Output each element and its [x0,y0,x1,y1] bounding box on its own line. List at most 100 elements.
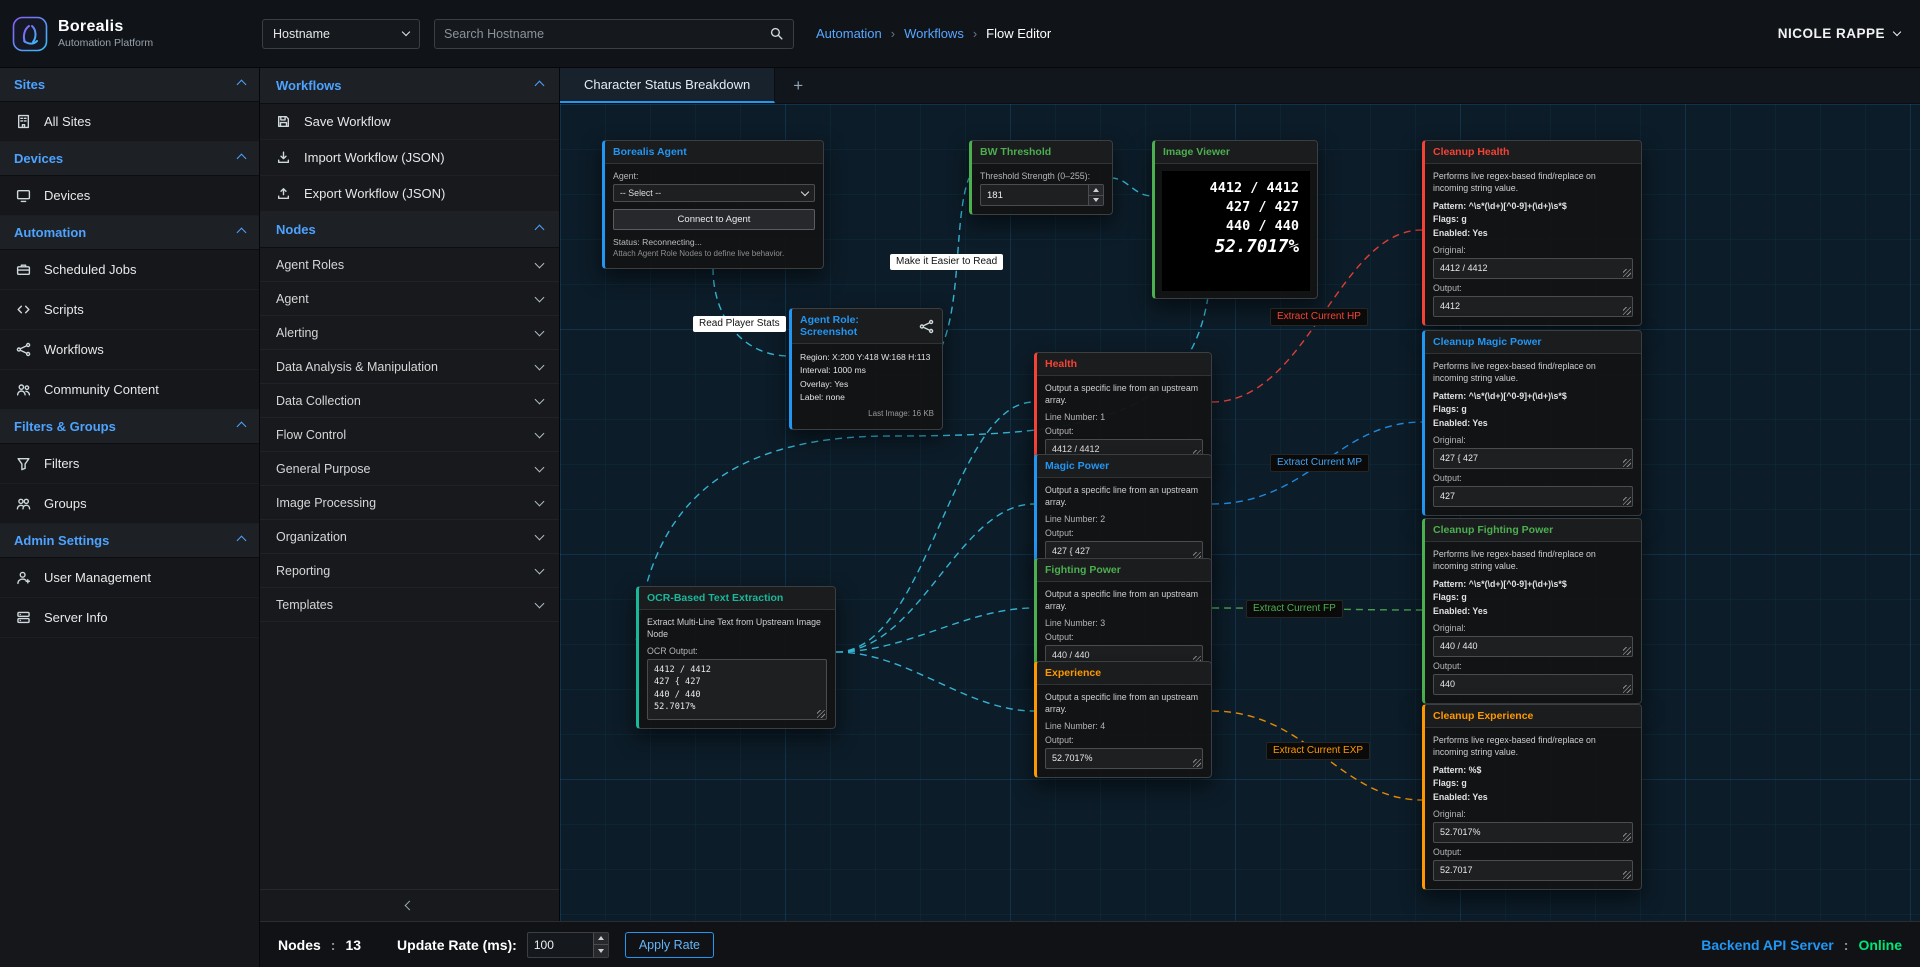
node-cleanup-magic-power[interactable]: Cleanup Magic Power Performs live regex-… [1422,330,1642,516]
node-image-viewer[interactable]: Image Viewer 4412 / 4412 427 / 427 440 /… [1152,140,1318,299]
resize-grip[interactable] [1623,497,1631,505]
node-description: Extract Multi-Line Text from Upstream Im… [647,617,827,641]
spinner-up-button[interactable] [1089,185,1103,195]
category-label: Data Collection [276,394,361,408]
node-borealis-agent[interactable]: Borealis Agent Agent: -- Select -- Conne… [602,140,824,269]
sidebar-item-all-sites[interactable]: All Sites [0,102,259,142]
ocr-output-field[interactable]: 4412 / 4412 427 { 427 440 / 440 52.7017% [647,659,827,720]
sidebar-item-user-management[interactable]: User Management [0,558,259,598]
output-field[interactable]: 52.7017 [1433,860,1633,881]
node-magic-power[interactable]: Magic Power Output a specific line from … [1034,454,1212,571]
share-icon[interactable] [919,319,934,334]
resize-grip[interactable] [1623,269,1631,277]
resize-grip[interactable] [1623,833,1631,841]
resize-grip[interactable] [1623,871,1631,879]
resize-grip[interactable] [817,710,825,718]
node-cleanup-experience[interactable]: Cleanup Experience Performs live regex-b… [1422,704,1642,890]
sidebar-item-filters[interactable]: Filters [0,444,259,484]
node-category-reporting[interactable]: Reporting [260,554,559,588]
node-ocr-text-extraction[interactable]: OCR-Based Text Extraction Extract Multi-… [636,586,836,729]
line-number-label: Line Number: 4 [1045,721,1203,731]
node-category-general-purpose[interactable]: General Purpose [260,452,559,486]
resize-grip[interactable] [1193,759,1201,767]
threshold-input[interactable] [981,185,1088,205]
sidebar-item-groups[interactable]: Groups [0,484,259,524]
palette-section-nodes[interactable]: Nodes [260,212,559,248]
node-title: Agent Role: Screenshot [800,314,913,338]
sidebar-item-devices[interactable]: Devices [0,176,259,216]
chevron-down-icon [402,28,410,36]
palette-section-workflows[interactable]: Workflows [260,68,559,104]
resize-grip[interactable] [1623,307,1631,315]
collapse-palette-button[interactable] [260,889,559,921]
original-field[interactable]: 4412 / 4412 [1433,258,1633,279]
import-workflow-button[interactable]: Import Workflow (JSON) [260,140,559,176]
sidebar-section-devices[interactable]: Devices [0,142,259,176]
output-value: 440 / 440 [1052,650,1090,660]
output-field[interactable]: 440 [1433,674,1633,695]
sidebar-section-sites[interactable]: Sites [0,68,259,102]
export-workflow-button[interactable]: Export Workflow (JSON) [260,176,559,212]
node-category-agent[interactable]: Agent [260,282,559,316]
node-category-data-analysis[interactable]: Data Analysis & Manipulation [260,350,559,384]
agent-select[interactable]: -- Select -- [613,184,815,202]
original-field[interactable]: 440 / 440 [1433,636,1633,657]
original-label: Original: [1433,623,1633,633]
node-description: Output a specific line from an upstream … [1045,383,1203,407]
sidebar-item-workflows[interactable]: Workflows [0,330,259,370]
spinner-down-button[interactable] [594,944,608,957]
tab-character-status-breakdown[interactable]: Character Status Breakdown [560,68,775,103]
output-field[interactable]: 4412 [1433,296,1633,317]
breadcrumb-automation[interactable]: Automation [816,26,882,41]
sidebar-section-automation[interactable]: Automation [0,216,259,250]
resize-grip[interactable] [1623,647,1631,655]
sidebar-section-filters-groups[interactable]: Filters & Groups [0,410,259,444]
output-field[interactable]: 52.7017% [1045,748,1203,769]
save-workflow-button[interactable]: Save Workflow [260,104,559,140]
resize-grip[interactable] [1623,459,1631,467]
edge-label-extract-current-exp: Extract Current EXP [1266,742,1370,760]
sidebar-item-scripts[interactable]: Scripts [0,290,259,330]
add-tab-button[interactable]: + [775,68,821,103]
spinner-up-button[interactable] [594,933,608,945]
chevron-down-icon [535,326,545,336]
node-category-data-collection[interactable]: Data Collection [260,384,559,418]
output-field[interactable]: 427 [1433,486,1633,507]
node-category-organization[interactable]: Organization [260,520,559,554]
node-experience[interactable]: Experience Output a specific line from a… [1034,661,1212,778]
search-hostname-box[interactable] [434,19,794,49]
spinner-down-button[interactable] [1089,195,1103,206]
node-cleanup-fighting-power[interactable]: Cleanup Fighting Power Performs live reg… [1422,518,1642,704]
node-fighting-power[interactable]: Fighting Power Output a specific line fr… [1034,558,1212,675]
regex-pattern: Pattern: %$ [1433,764,1633,778]
connect-to-agent-button[interactable]: Connect to Agent [613,209,815,230]
sidebar-section-admin-settings[interactable]: Admin Settings [0,524,259,558]
node-bw-threshold[interactable]: BW Threshold Threshold Strength (0–255): [969,140,1113,215]
node-agent-role-screenshot[interactable]: Agent Role: Screenshot Region: X:200 Y:4… [789,308,943,430]
flow-canvas[interactable]: Borealis Agent Agent: -- Select -- Conne… [560,104,1920,921]
resize-grip[interactable] [1623,685,1631,693]
node-category-alerting[interactable]: Alerting [260,316,559,350]
node-category-flow-control[interactable]: Flow Control [260,418,559,452]
update-rate-input[interactable] [528,933,593,957]
line-number-label: Line Number: 2 [1045,514,1203,524]
threshold-label: Threshold Strength (0–255): [980,171,1104,181]
node-category-image-processing[interactable]: Image Processing [260,486,559,520]
apply-rate-button[interactable]: Apply Rate [625,932,714,958]
sidebar-item-scheduled-jobs[interactable]: Scheduled Jobs [0,250,259,290]
agent-select-label: Agent: [613,171,815,181]
original-field[interactable]: 427 { 427 [1433,448,1633,469]
node-category-agent-roles[interactable]: Agent Roles [260,248,559,282]
user-menu[interactable]: NICOLE RAPPE [1778,26,1900,41]
node-health[interactable]: Health Output a specific line from an up… [1034,352,1212,469]
sidebar-item-community-content[interactable]: Community Content [0,370,259,410]
regex-pattern: Pattern: ^\s*(\d+)[^0-9]+(\d+)\s*$ [1433,390,1633,404]
search-input[interactable] [444,27,763,41]
hostname-dropdown[interactable]: Hostname [262,19,420,49]
node-category-templates[interactable]: Templates [260,588,559,622]
chevron-down-icon [535,394,545,404]
breadcrumb-workflows[interactable]: Workflows [904,26,964,41]
node-cleanup-health[interactable]: Cleanup Health Performs live regex-based… [1422,140,1642,326]
sidebar-item-server-info[interactable]: Server Info [0,598,259,638]
original-field[interactable]: 52.7017% [1433,822,1633,843]
